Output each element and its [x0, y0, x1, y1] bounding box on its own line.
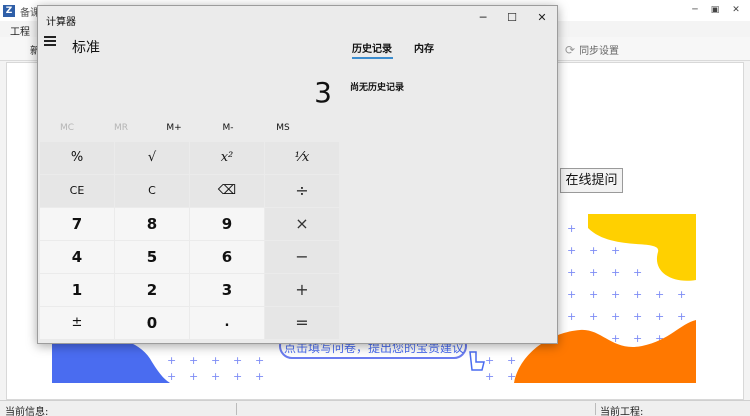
digit-4-button[interactable]: 4 [40, 241, 114, 273]
svg-text:+: + [211, 354, 220, 367]
digit-7-button[interactable]: 7 [40, 208, 114, 240]
svg-text:+: + [677, 288, 686, 301]
svg-text:+: + [589, 266, 598, 279]
digit-1-button[interactable]: 1 [40, 274, 114, 306]
status-current-info: 当前信息: [5, 407, 49, 416]
status-current-project: 当前工程: [600, 407, 644, 416]
svg-text:+: + [485, 370, 494, 383]
memory-clear-button[interactable]: MC [40, 123, 94, 133]
multiply-button[interactable]: × [265, 208, 339, 240]
svg-text:+: + [633, 288, 642, 301]
svg-text:+: + [589, 310, 598, 323]
svg-text:+: + [255, 370, 264, 383]
svg-text:+: + [211, 370, 220, 383]
svg-text:+: + [677, 310, 686, 323]
minus-button[interactable]: − [265, 241, 339, 273]
svg-text:+: + [233, 370, 242, 383]
svg-text:+: + [611, 310, 620, 323]
online-ask-button[interactable]: 在线提问 [560, 168, 623, 193]
sync-settings-button[interactable]: ⟳ 同步设置 [565, 42, 619, 57]
svg-text:+: + [167, 354, 176, 367]
svg-text:+: + [633, 310, 642, 323]
svg-text:+: + [589, 244, 598, 257]
digit-9-button[interactable]: 9 [190, 208, 264, 240]
calculator-window: 计算器 ─ ☐ ✕ 标准 历史记录 内存 尚无历史记录 3 MC MR M+ M… [37, 5, 558, 344]
minimize-icon[interactable]: ─ [472, 10, 494, 26]
background-minimize-icon[interactable]: ─ [688, 5, 702, 16]
square-button[interactable]: x² [190, 142, 264, 174]
svg-text:+: + [567, 288, 576, 301]
svg-text:+: + [567, 244, 576, 257]
tab-history[interactable]: 历史记录 [352, 40, 392, 55]
svg-text:+: + [655, 288, 664, 301]
calculator-window-title: 计算器 [46, 17, 76, 28]
banner-blue-shape [52, 338, 170, 383]
svg-text:+: + [189, 354, 198, 367]
status-divider [236, 403, 237, 415]
svg-text:+: + [567, 310, 576, 323]
svg-text:+: + [507, 354, 516, 367]
digit-2-button[interactable]: 2 [115, 274, 189, 306]
background-restore-icon[interactable]: ▣ [708, 5, 722, 16]
tab-history-indicator [352, 57, 393, 59]
status-divider [595, 403, 596, 415]
digit-6-button[interactable]: 6 [190, 241, 264, 273]
banner-plus-mark: + [567, 222, 576, 235]
sync-settings-label: 同步设置 [579, 46, 620, 57]
hamburger-menu-icon[interactable] [44, 36, 58, 48]
svg-text:+: + [167, 370, 176, 383]
decimal-button[interactable]: . [190, 307, 264, 339]
svg-text:+: + [633, 332, 642, 345]
memory-store-button[interactable]: MS [256, 123, 310, 133]
sync-icon: ⟳ [565, 43, 576, 57]
percent-button[interactable]: % [40, 142, 114, 174]
svg-text:+: + [485, 354, 494, 367]
memory-subtract-button[interactable]: M- [201, 123, 255, 133]
svg-text:+: + [633, 266, 642, 279]
maximize-icon[interactable]: ☐ [501, 10, 523, 26]
reciprocal-button[interactable]: ¹⁄x [265, 142, 339, 174]
svg-text:+: + [233, 354, 242, 367]
backspace-icon[interactable]: ⌫ [190, 175, 264, 207]
digit-0-button[interactable]: 0 [115, 307, 189, 339]
digit-5-button[interactable]: 5 [115, 241, 189, 273]
svg-text:+: + [611, 266, 620, 279]
svg-text:+: + [567, 266, 576, 279]
app-logo-icon: Z [3, 5, 15, 17]
svg-text:+: + [189, 370, 198, 383]
memory-add-button[interactable]: M+ [147, 123, 201, 133]
negate-button[interactable]: ± [40, 307, 114, 339]
svg-text:+: + [589, 288, 598, 301]
plus-button[interactable]: + [265, 274, 339, 306]
memory-recall-button[interactable]: MR [94, 123, 148, 133]
memory-buttons-row: MC MR M+ M- MS [38, 123, 341, 139]
clear-button[interactable]: C [115, 175, 189, 207]
background-statusbar: 当前信息: 当前工程: [0, 400, 750, 416]
menu-item-project[interactable]: 工程 [10, 23, 30, 38]
pointer-hand-icon [469, 351, 485, 371]
svg-text:+: + [255, 354, 264, 367]
equals-button[interactable]: = [265, 307, 339, 339]
digit-8-button[interactable]: 8 [115, 208, 189, 240]
calculator-display: 3 [314, 76, 332, 109]
history-empty-message: 尚无历史记录 [350, 83, 405, 93]
background-close-icon[interactable]: ✕ [729, 5, 743, 16]
calculator-mode-title: 标准 [72, 40, 100, 56]
svg-text:+: + [611, 288, 620, 301]
digit-3-button[interactable]: 3 [190, 274, 264, 306]
sqrt-button[interactable]: √ [115, 142, 189, 174]
svg-text:+: + [655, 310, 664, 323]
tab-memory[interactable]: 内存 [414, 40, 434, 55]
svg-text:+: + [611, 244, 620, 257]
divide-button[interactable]: ÷ [265, 175, 339, 207]
close-icon[interactable]: ✕ [531, 10, 553, 26]
clear-entry-button[interactable]: CE [40, 175, 114, 207]
